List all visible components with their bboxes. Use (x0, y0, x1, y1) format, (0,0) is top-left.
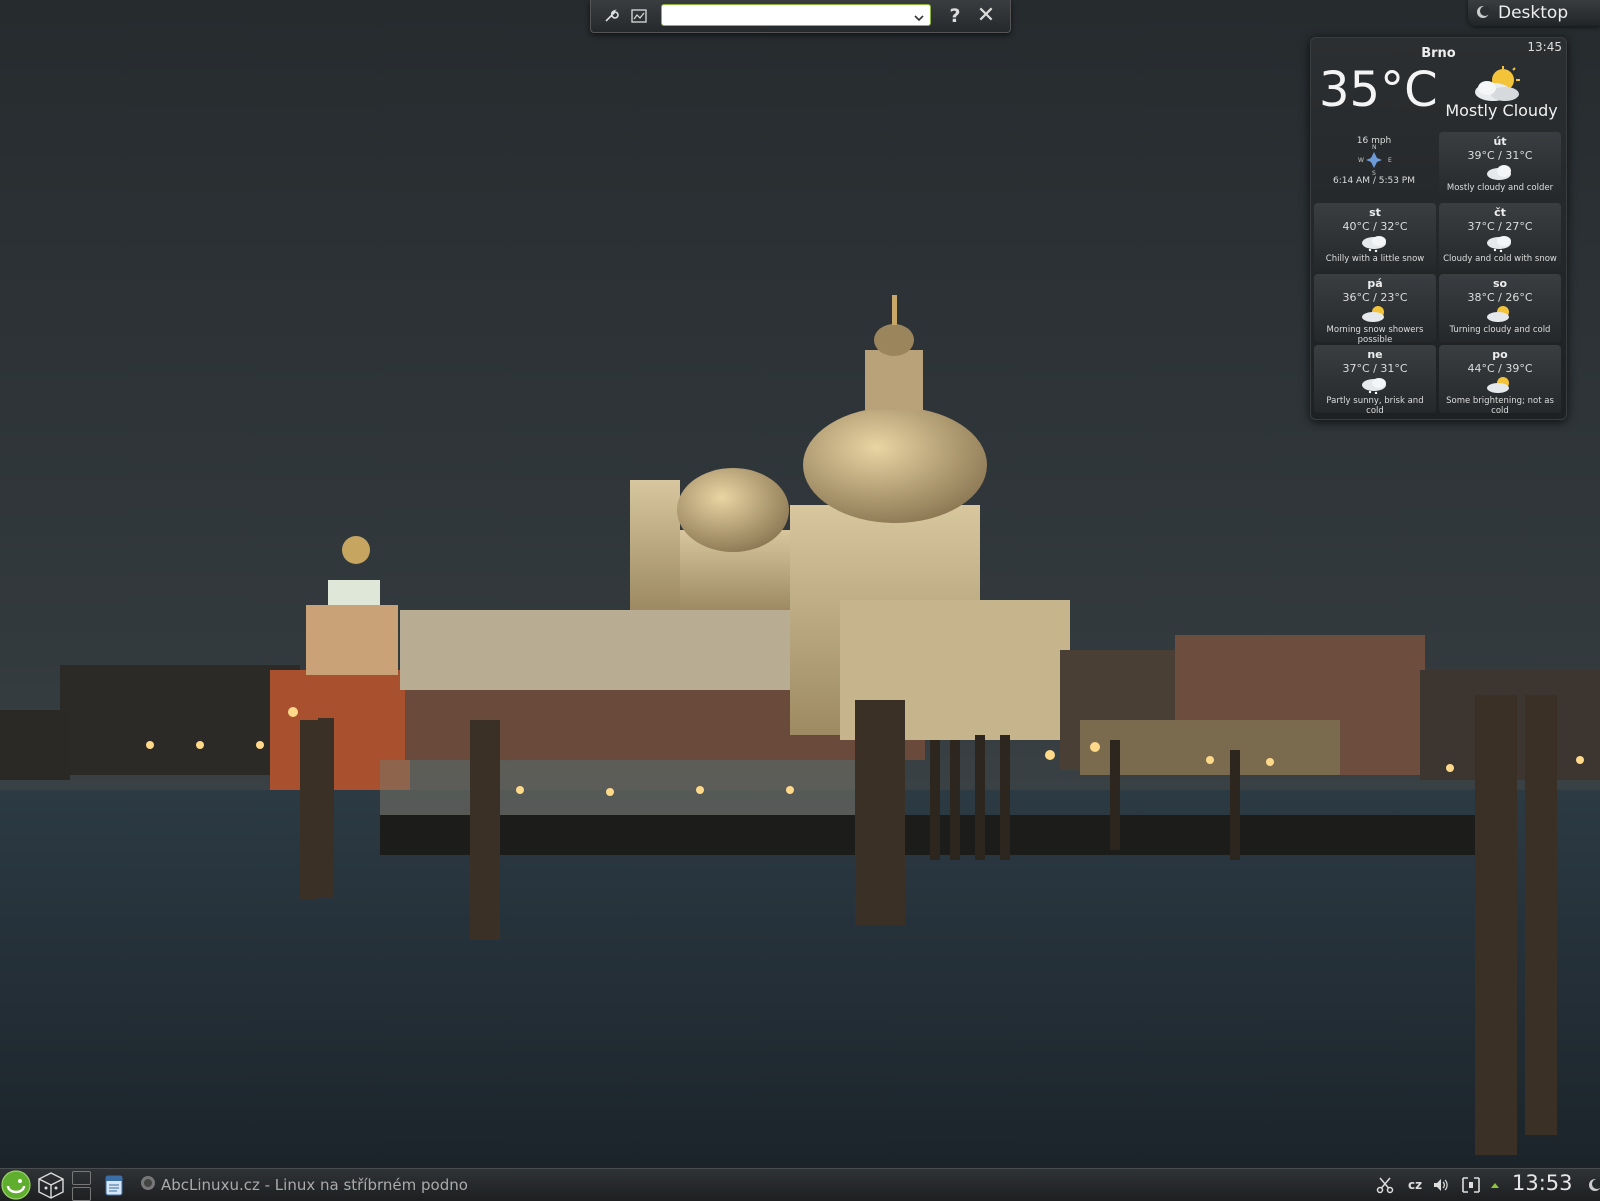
pager-desktop[interactable] (72, 1171, 91, 1185)
close-button[interactable]: ✕ (973, 3, 999, 29)
taskbar-window-entry[interactable]: AbcLinuxu.cz - Linux na stříbrném podno (140, 1173, 490, 1197)
plasma-cashew-icon (1476, 4, 1490, 23)
forecast-day: po 44°C / 39°C Some brightening; not as … (1439, 345, 1561, 416)
application-launcher-icon[interactable] (0, 1169, 34, 1201)
browser-icon (140, 1175, 156, 1195)
virtual-desktop-pager[interactable] (72, 1171, 92, 1201)
pager-desktop[interactable] (72, 1187, 91, 1201)
activities-cube-icon[interactable] (36, 1169, 70, 1201)
forecast-day: st 40°C / 32°C Chilly with a little snow (1314, 203, 1436, 271)
weather-city: Brno (1421, 46, 1456, 61)
klipper-scissors-icon[interactable] (1376, 1169, 1400, 1201)
snow-cloud-icon (1314, 234, 1436, 254)
forecast-day: čt 37°C / 27°C Cloudy and cold with snow (1439, 203, 1561, 271)
current-temperature: 35°C (1319, 62, 1438, 118)
current-condition: Mostly Cloudy (1445, 101, 1558, 120)
keyboard-layout-indicator[interactable]: cz (1408, 1169, 1430, 1201)
sunrise-sunset: 6:14 AM / 5:53 PM (1332, 176, 1415, 186)
compass-wind-icon: N W E S (1358, 144, 1392, 177)
sun-snow-icon (1314, 305, 1436, 325)
snow-cloud-icon (1314, 376, 1436, 396)
cloudy-icon (1439, 163, 1561, 183)
taskbar-panel: AbcLinuxu.cz - Linux na stříbrném podno … (0, 1168, 1600, 1201)
snow-cloud-icon (1439, 234, 1561, 254)
desktop-toolbox[interactable]: Desktop (1468, 0, 1600, 26)
wind-sun-panel: 16 mph N W E S 6:14 AM / 5:53 PM (1313, 132, 1435, 200)
chevron-down-icon[interactable] (913, 9, 925, 28)
forecast-day: so 38°C / 26°C Turning cloudy and cold (1439, 274, 1561, 342)
panel-toolbox-icon[interactable] (1586, 1169, 1600, 1201)
tray-expand-arrow-icon[interactable] (1490, 1169, 1504, 1201)
weather-widget: 13:45 Brno 35°C Mostly Cloudy 16 mph N W… (1310, 37, 1567, 420)
battery-icon[interactable] (1460, 1169, 1484, 1201)
toolbox-label: Desktop (1498, 3, 1569, 23)
window-title: AbcLinuxu.cz - Linux na stříbrném podno (161, 1176, 468, 1194)
partly-cloudy-icon (1439, 376, 1561, 396)
forecast-day: ne 37°C / 31°C Partly sunny, brisk and c… (1314, 345, 1436, 416)
partly-cloudy-icon (1439, 305, 1561, 325)
help-button[interactable]: ? (943, 3, 967, 29)
forecast-day: út 39°C / 31°C Mostly cloudy and colder (1439, 132, 1561, 200)
notes-app-icon[interactable] (104, 1169, 128, 1201)
krunner-bar: ? ✕ (590, 0, 1011, 33)
activity-monitor-icon[interactable] (627, 4, 651, 28)
volume-icon[interactable] (1432, 1169, 1454, 1201)
forecast-day: pá 36°C / 23°C Morning snow showers poss… (1314, 274, 1436, 345)
digital-clock[interactable]: 13:53 (1512, 1171, 1573, 1195)
settings-wrench-icon[interactable] (599, 4, 623, 28)
krunner-search-input[interactable] (661, 4, 931, 26)
